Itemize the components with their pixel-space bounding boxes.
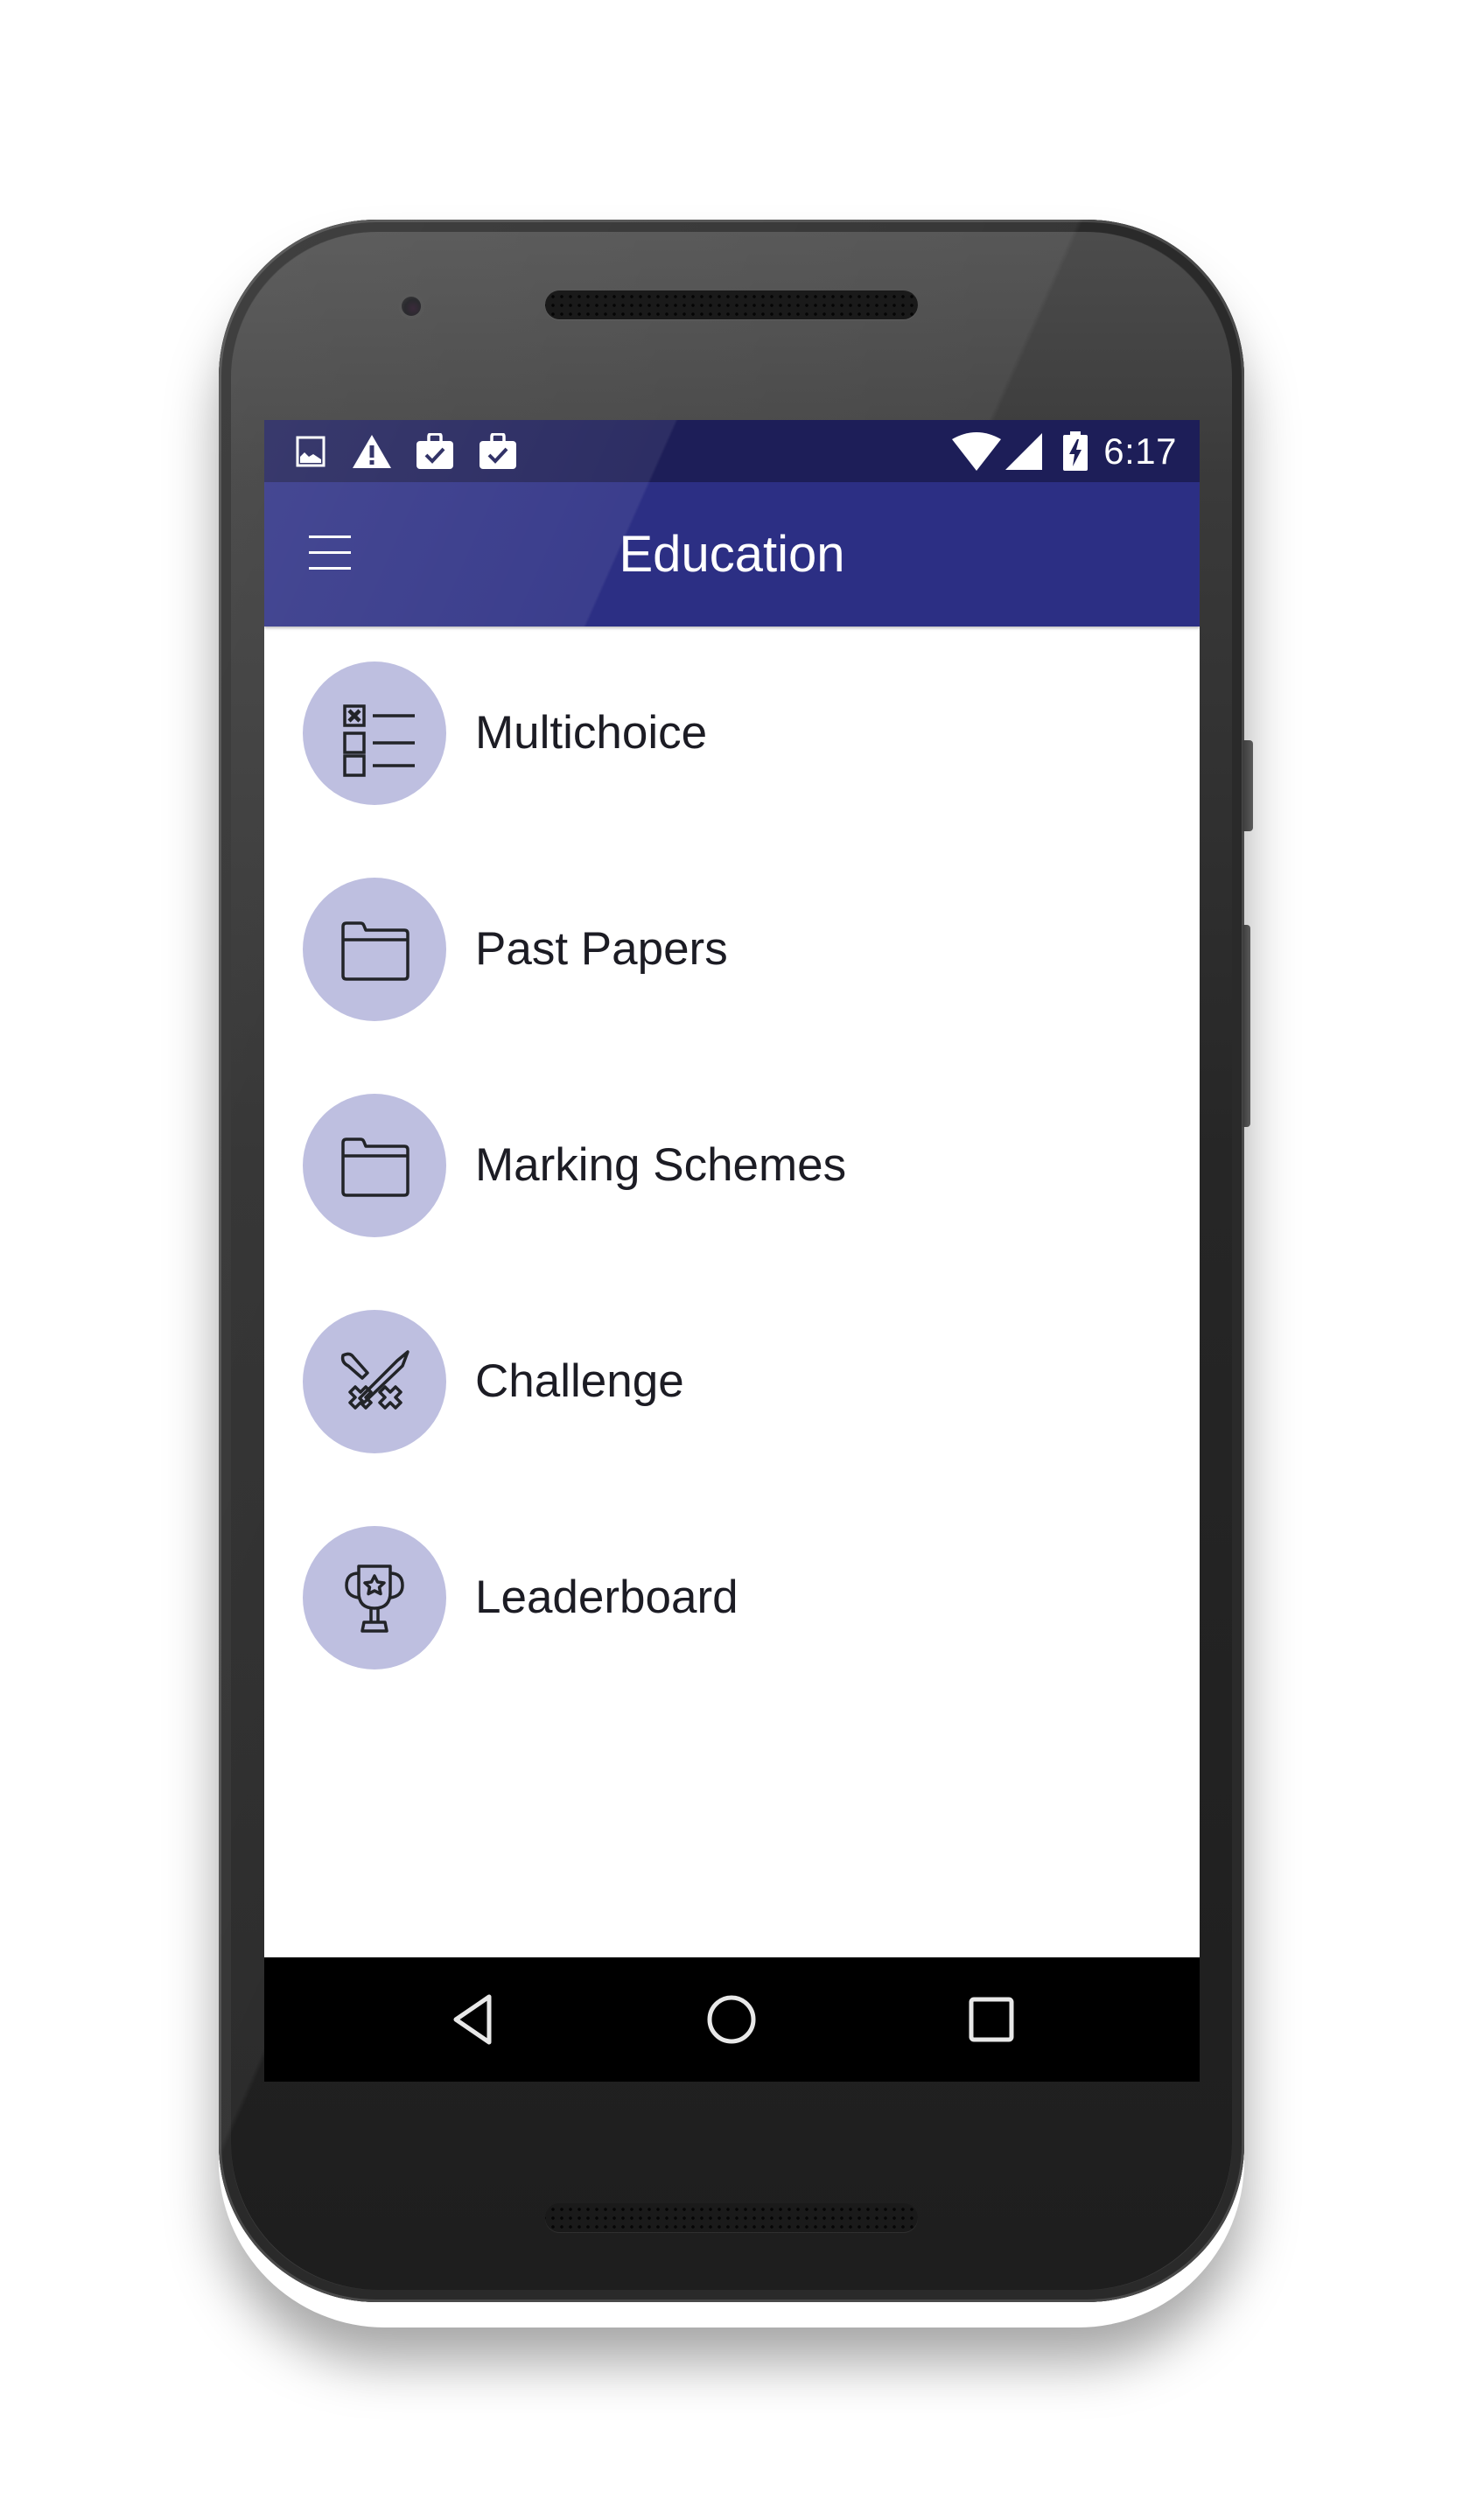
- top-speaker-grille: [545, 290, 918, 319]
- home-circle-icon: [707, 1995, 756, 2044]
- item-icon-circle: [303, 1094, 446, 1237]
- work-briefcase-check-icon: [479, 420, 517, 482]
- item-icon-circle: [303, 878, 446, 1021]
- status-time: 6:17: [1103, 430, 1177, 472]
- back-triangle-icon: [453, 1994, 492, 2045]
- recents-button[interactable]: [956, 1984, 1026, 2054]
- back-button[interactable]: [438, 1984, 508, 2054]
- menu-item-label: Leaderboard: [475, 1572, 738, 1623]
- menu-item-multichoice[interactable]: Multichoice: [264, 646, 1200, 821]
- menu-item-past-papers[interactable]: Past Papers: [264, 862, 1200, 1037]
- checklist-icon: [343, 704, 415, 777]
- trophy-icon: [345, 1564, 404, 1633]
- cell-signal-icon: [1004, 420, 1044, 482]
- status-bar: 6:17: [264, 420, 1200, 482]
- home-button[interactable]: [696, 1984, 766, 2054]
- app-bar: Education: [264, 482, 1200, 626]
- menu-item-label: Multichoice: [475, 707, 708, 759]
- folder-icon: [341, 921, 410, 981]
- volume-button: [1242, 925, 1250, 1127]
- bottom-speaker-grille: [545, 2203, 918, 2232]
- item-icon-circle: [303, 662, 446, 805]
- menu-item-label: Past Papers: [475, 923, 728, 975]
- page-title: Education: [619, 526, 845, 583]
- crossed-swords-icon: [340, 1350, 410, 1410]
- battery-charging-icon: [1060, 420, 1090, 482]
- front-camera: [402, 297, 421, 316]
- navigation-bar: [264, 1957, 1200, 2082]
- folder-icon: [341, 1138, 410, 1197]
- item-icon-circle: [303, 1310, 446, 1453]
- menu-item-label: Challenge: [475, 1355, 684, 1407]
- menu-item-leaderboard[interactable]: Leaderboard: [264, 1510, 1200, 1685]
- wifi-icon: [952, 420, 1001, 482]
- recents-square-icon: [969, 1997, 1014, 2042]
- item-icon-circle: [303, 1526, 446, 1670]
- warning-icon: [352, 420, 392, 482]
- image-icon: [295, 420, 326, 482]
- menu-item-marking-schemes[interactable]: Marking Schemes: [264, 1078, 1200, 1253]
- work-briefcase-check-icon: [416, 420, 454, 482]
- phone-screen: 6:17 Education Multichoice Past Papers M…: [264, 420, 1200, 2082]
- menu-item-label: Marking Schemes: [475, 1139, 847, 1191]
- menu-item-challenge[interactable]: Challenge: [264, 1294, 1200, 1469]
- power-button: [1242, 740, 1253, 831]
